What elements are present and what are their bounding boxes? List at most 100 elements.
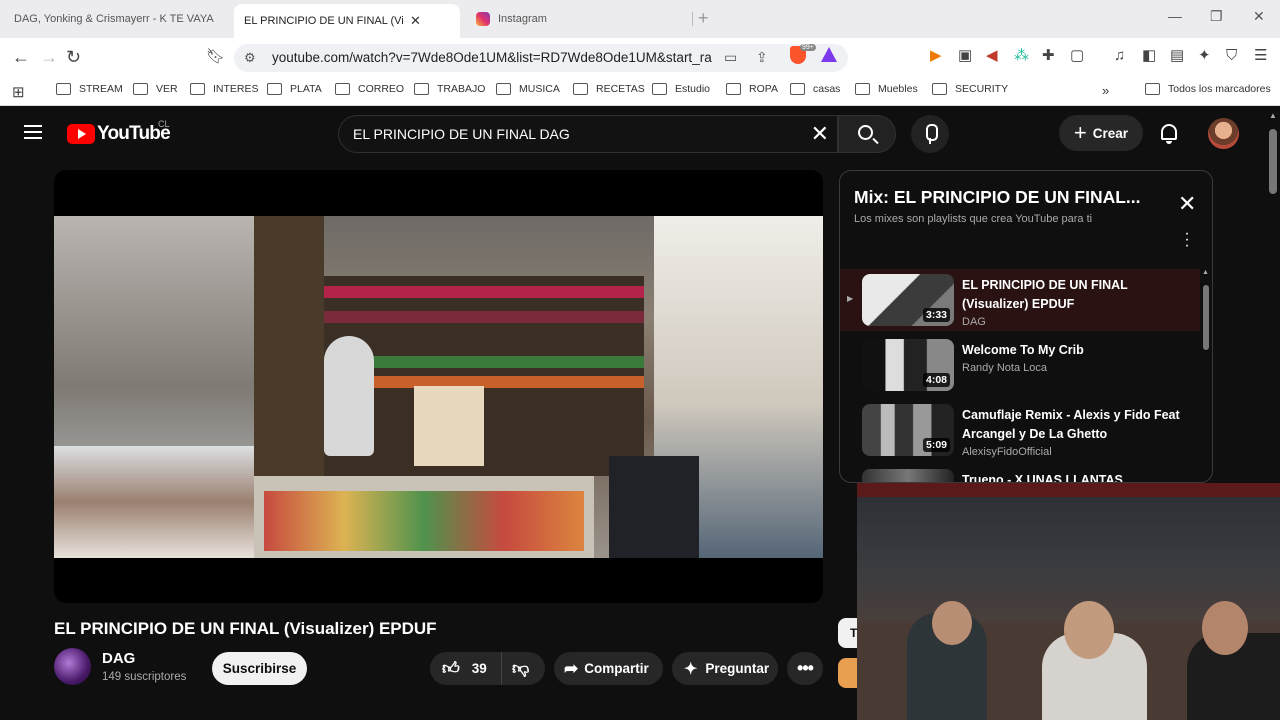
voice-search-icon[interactable]	[911, 115, 949, 153]
playlist-scrollbar-thumb[interactable]	[1203, 285, 1209, 350]
maximize-icon[interactable]: ❐	[1210, 8, 1223, 25]
tab-el-principio[interactable]: EL PRINCIPIO DE UN FINAL (Visualiz ✕	[234, 4, 460, 121]
playlist-item[interactable]: 4:08 Welcome To My Crib Randy Nota Loca	[840, 334, 1200, 396]
country-code: CL	[158, 119, 170, 129]
extension-icon[interactable]: ▣	[958, 47, 972, 65]
playlist-panel: Mix: EL PRINCIPIO DE UN FINAL... Los mix…	[839, 170, 1213, 483]
video-player[interactable]	[54, 170, 823, 603]
more-actions-button[interactable]: •••	[787, 652, 823, 685]
playlist-item[interactable]: ▶ 3:33 EL PRINCIPIO DE UN FINAL (Visuali…	[840, 269, 1200, 331]
clear-search-icon[interactable]: ✕	[811, 121, 829, 147]
megaphone-extension-icon[interactable]: ◀	[986, 47, 998, 65]
close-window-icon[interactable]: ✕	[1253, 8, 1265, 25]
playlist-item[interactable]: 5:09 Camuflaje Remix - Alexis y Fido Fea…	[840, 399, 1200, 461]
bookmark-folder[interactable]: VER	[133, 83, 178, 95]
folder-icon	[726, 83, 741, 95]
folder-icon	[267, 83, 282, 95]
playlist-item-title: Camuflaje Remix - Alexis y Fido Feat Arc…	[962, 408, 1180, 441]
bookmark-folder[interactable]: ROPA	[726, 83, 778, 95]
bookmark-folder[interactable]: CORREO	[335, 83, 404, 95]
share-button[interactable]: ➦ Compartir	[554, 652, 663, 685]
youtube-page: YouTube CL EL PRINCIPIO DE UN FINAL DAG …	[0, 107, 1280, 720]
wallet-icon[interactable]: ▤	[1170, 47, 1184, 65]
play-extension-icon[interactable]: ▶	[930, 47, 942, 65]
new-tab-icon[interactable]: +	[698, 8, 709, 29]
video-title: EL PRINCIPIO DE UN FINAL (Visualizer) EP…	[54, 619, 437, 638]
avatar[interactable]	[1208, 118, 1239, 149]
tab-k-te-vaya[interactable]: DAG, Yonking & Crismayerr - K TE VAYA	[4, 4, 232, 121]
subscriber-count: 149 suscriptores	[102, 671, 187, 683]
search-input[interactable]: EL PRINCIPIO DE UN FINAL DAG ✕	[338, 115, 838, 153]
back-icon[interactable]: ←	[12, 47, 30, 67]
tab-instagram[interactable]: Instagram	[466, 4, 686, 34]
bookmark-folder[interactable]: TRABAJO	[414, 83, 485, 95]
sidebar-icon[interactable]: ◧	[1142, 47, 1156, 65]
bookmark-folder[interactable]: INTERES	[190, 83, 259, 95]
cast-icon[interactable]: ▭	[724, 49, 737, 66]
translate-extension-icon[interactable]: ⁂	[1014, 47, 1029, 65]
folder-icon	[56, 83, 71, 95]
close-tab-icon[interactable]: ✕	[410, 13, 421, 29]
site-settings-icon[interactable]: ⚙	[244, 50, 256, 66]
playlist-item-title: EL PRINCIPIO DE UN FINAL (Visualizer) EP…	[962, 278, 1128, 311]
bookmark-folder[interactable]: Estudio	[652, 83, 710, 95]
bookmark-folder[interactable]: SECURITY	[932, 83, 1008, 95]
share-page-icon[interactable]: ⇪	[756, 49, 768, 66]
playlist-menu-icon[interactable]: · · ·	[1184, 226, 1190, 254]
reload-icon[interactable]: ↻	[66, 47, 81, 67]
share-icon: ➦	[564, 658, 579, 678]
url-text[interactable]: youtube.com/watch?v=7Wde8Ode1UM&list=RD7…	[272, 50, 712, 65]
subscribe-button[interactable]: Suscribirse	[212, 652, 307, 685]
youtube-logo[interactable]: YouTube CL	[67, 119, 171, 145]
playlist-item-title: Trueno - X UNAS LLANTAS	[962, 473, 1123, 483]
bookmark-folder[interactable]: RECETAS	[573, 83, 645, 95]
bookmark-folder[interactable]: MUSICA	[496, 83, 560, 95]
playlist-item-title: Welcome To My Crib	[962, 343, 1084, 357]
apps-grid-icon[interactable]: ⊞	[12, 83, 25, 101]
scroll-up-icon[interactable]: ▲	[1202, 269, 1209, 276]
tab-title: Instagram	[498, 13, 547, 25]
bookmark-folder[interactable]: PLATA	[267, 83, 322, 95]
all-bookmarks-folder[interactable]: Todos los marcadores	[1145, 83, 1271, 95]
bookmark-folder[interactable]: casas	[790, 83, 840, 95]
playlist-title[interactable]: Mix: EL PRINCIPIO DE UN FINAL...	[854, 187, 1141, 208]
minimize-icon[interactable]: —	[1168, 8, 1182, 24]
close-playlist-icon[interactable]: ✕	[1178, 191, 1196, 217]
create-button[interactable]: + Crear	[1059, 115, 1143, 151]
music-icon[interactable]: ♫	[1114, 47, 1125, 65]
bookmark-folder[interactable]: Muebles	[855, 83, 918, 95]
menu-icon[interactable]: ☰	[1254, 47, 1267, 65]
channel-name[interactable]: DAG	[102, 650, 135, 667]
address-bar[interactable]: ⚙ youtube.com/watch?v=7Wde8Ode1UM&list=R…	[234, 44, 848, 72]
more-bookmarks-icon[interactable]: »	[1102, 83, 1109, 98]
dislike-button[interactable]: 👎︎	[512, 658, 529, 679]
vpn-shield-icon[interactable]: ⛉	[1226, 47, 1237, 65]
mini-player-overlay[interactable]	[857, 483, 1280, 720]
channel-avatar[interactable]	[54, 648, 91, 685]
playlist-scrollbar[interactable]: ▲	[1202, 269, 1210, 482]
forward-icon[interactable]: →	[40, 47, 58, 67]
chip-partial[interactable]: Te	[838, 618, 858, 648]
browser-toolbar: ← → ↻ 🔖︎ ⚙ youtube.com/watch?v=7Wde8Ode1…	[0, 38, 1280, 76]
screenshot-icon[interactable]: ▢	[1070, 47, 1084, 65]
thumbnail-partial[interactable]	[838, 658, 858, 688]
duration-badge: 3:33	[922, 308, 950, 322]
like-button[interactable]: 👍︎ 39	[430, 652, 502, 685]
like-dislike-group: 👍︎ 39 👎︎	[430, 652, 545, 685]
like-count: 39	[471, 661, 487, 676]
playlist-item[interactable]: Trueno - X UNAS LLANTAS	[840, 464, 1200, 483]
playlist-subtitle: Los mixes son playlists que crea YouTube…	[854, 213, 1093, 225]
brave-rewards-icon[interactable]	[821, 47, 837, 62]
leo-ai-icon[interactable]: ✦	[1198, 47, 1211, 65]
extensions-puzzle-icon[interactable]: ✚	[1042, 47, 1055, 65]
ask-button[interactable]: ✦ Preguntar	[672, 652, 778, 685]
bookmark-folder[interactable]: STREAM	[56, 83, 123, 95]
hamburger-menu-icon[interactable]	[24, 125, 42, 143]
bookmark-icon[interactable]: 🔖︎	[206, 47, 225, 67]
notifications-icon[interactable]	[1161, 124, 1177, 144]
search-query[interactable]: EL PRINCIPIO DE UN FINAL DAG	[353, 126, 570, 142]
scroll-up-icon[interactable]: ▲	[1269, 111, 1277, 120]
scrollbar-thumb[interactable]	[1269, 129, 1277, 194]
search-button[interactable]	[838, 115, 896, 153]
browser-tab-bar: DAG, Yonking & Crismayerr - K TE VAYA EL…	[0, 0, 1280, 121]
